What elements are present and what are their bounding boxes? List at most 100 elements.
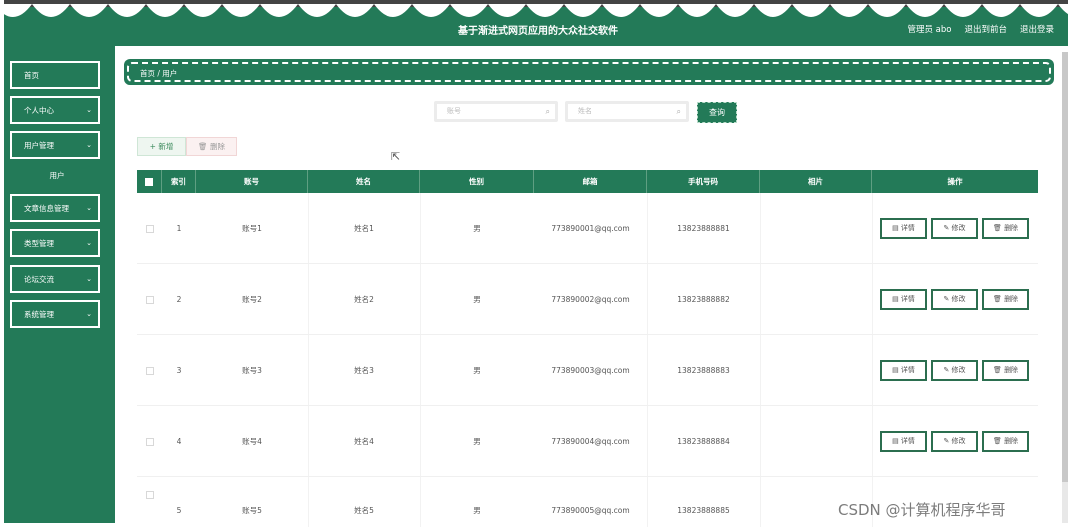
edit-icon: ✎	[943, 366, 952, 374]
edit-label: 修改	[951, 224, 966, 232]
scallop-shape	[716, 4, 754, 17]
table-row: 1 账号1 姓名1 男 773890001@qq.com 13823888881…	[137, 193, 1038, 264]
cell-index: 2	[176, 295, 182, 304]
search-row: 账号 ⌕ 姓名 ⌕ 查询	[0, 101, 1076, 125]
scallop-decoration	[4, 4, 1068, 17]
column-header-actions: 操作	[947, 177, 963, 186]
breadcrumb[interactable]: 首页 / 用户	[140, 68, 177, 79]
checkbox-icon	[145, 491, 154, 499]
edit-button[interactable]: ✎ 修改	[931, 360, 978, 381]
edit-button[interactable]: ✎ 修改	[931, 289, 978, 310]
detail-label: 详情	[900, 366, 915, 374]
chevron-down-icon: ⌄	[86, 275, 92, 283]
batch-delete-button[interactable]: 🗑 删除	[186, 137, 237, 156]
row-checkbox[interactable]	[137, 264, 162, 335]
cell-gender: 男	[473, 366, 481, 375]
delete-button[interactable]: 🗑 删除	[982, 289, 1029, 310]
detail-icon: ▤	[892, 437, 901, 445]
column-header-photo: 相片	[760, 170, 872, 193]
cell-phone: 13823888882	[677, 295, 730, 304]
delete-label: 删除	[1004, 366, 1019, 374]
scallop-shape	[298, 4, 336, 17]
cell-phone: 13823888881	[677, 224, 730, 233]
sidebar-item-article-management[interactable]: 文章信息管理 ⌄	[10, 194, 100, 222]
chevron-down-icon: ⌄	[86, 141, 92, 149]
back-to-front-link[interactable]: 退出到前台	[964, 23, 1007, 35]
search-icon: ⌕	[676, 107, 681, 116]
checkbox-icon	[145, 367, 154, 375]
detail-button[interactable]: ▤ 详情	[880, 289, 927, 310]
detail-label: 详情	[900, 437, 915, 445]
logout-link[interactable]: 退出登录	[1020, 23, 1054, 35]
edit-button[interactable]: ✎ 修改	[931, 431, 978, 452]
cell-email: 773890001@qq.com	[551, 224, 630, 233]
sidebar-item-label: 类型管理	[24, 238, 54, 248]
cell-phone: 13823888884	[677, 437, 730, 446]
chevron-down-icon: ⌄	[86, 239, 92, 247]
row-checkbox[interactable]	[137, 406, 162, 477]
search-button[interactable]: 查询	[697, 102, 737, 123]
sidebar-item-type-management[interactable]: 类型管理 ⌄	[10, 229, 100, 257]
table-header: 索引 账号 姓名 性别 邮箱 手机号码 相片 操作	[137, 170, 1038, 193]
chevron-down-icon: ⌄	[86, 310, 92, 318]
sidebar-item-label: 系统管理	[24, 309, 54, 319]
vertical-scrollbar[interactable]	[1062, 52, 1068, 523]
name-search-input[interactable]: 姓名 ⌕	[565, 101, 689, 122]
scallop-shape	[602, 4, 640, 17]
cell-name: 姓名4	[354, 437, 374, 446]
sidebar-item-label: 文章信息管理	[24, 203, 69, 213]
detail-button[interactable]: ▤ 详情	[880, 360, 927, 381]
scallop-shape	[4, 4, 32, 17]
scallop-shape	[1058, 4, 1068, 15]
scallop-shape	[146, 4, 184, 17]
scallop-shape	[792, 4, 830, 17]
detail-button[interactable]: ▤ 详情	[880, 218, 927, 239]
account-search-placeholder: 账号	[447, 107, 461, 115]
cell-account: 账号1	[242, 224, 262, 233]
checkbox-icon	[145, 438, 154, 446]
scallop-shape	[640, 4, 678, 17]
sidebar-item-forum[interactable]: 论坛交流 ⌄	[10, 265, 100, 293]
sidebar-item-home[interactable]: 首页	[10, 61, 100, 89]
cell-index: 5	[176, 506, 182, 515]
add-button[interactable]: + 新增	[137, 137, 186, 156]
scallop-shape	[678, 4, 716, 17]
delete-button[interactable]: 🗑 删除	[982, 431, 1029, 452]
cell-gender: 男	[473, 295, 481, 304]
row-checkbox[interactable]	[137, 193, 162, 264]
scallop-shape	[70, 4, 108, 17]
cell-email: 773890002@qq.com	[551, 295, 630, 304]
search-icon: ⌕	[545, 107, 550, 116]
trash-icon: 🗑	[992, 224, 1005, 232]
sidebar-subitem-users[interactable]: 用户	[10, 170, 104, 181]
table-row: 3 账号3 姓名3 男 773890003@qq.com 13823888883…	[137, 335, 1038, 406]
trash-icon: 🗑	[992, 366, 1005, 374]
scallop-shape	[488, 4, 526, 17]
cell-email: 773890004@qq.com	[551, 437, 630, 446]
cell-account: 账号5	[242, 506, 262, 515]
delete-button[interactable]: 🗑 删除	[982, 218, 1029, 239]
row-checkbox[interactable]	[137, 335, 162, 406]
cell-name: 姓名1	[354, 224, 374, 233]
scallop-shape	[412, 4, 450, 17]
edit-icon: ✎	[943, 224, 952, 232]
cell-gender: 男	[473, 224, 481, 233]
scallop-shape	[450, 4, 488, 17]
sidebar-item-system-management[interactable]: 系统管理 ⌄	[10, 300, 100, 328]
edit-button[interactable]: ✎ 修改	[931, 218, 978, 239]
sidebar-item-label: 论坛交流	[24, 274, 54, 284]
detail-button[interactable]: ▤ 详情	[880, 431, 927, 452]
cell-email: 773890003@qq.com	[551, 366, 630, 375]
detail-label: 详情	[900, 295, 915, 303]
checkbox-icon	[145, 178, 153, 186]
row-checkbox[interactable]	[137, 477, 162, 527]
edit-icon: ✎	[943, 295, 952, 303]
sidebar-item-user-management[interactable]: 用户管理 ⌄	[10, 131, 100, 159]
scallop-shape	[336, 4, 374, 17]
scrollbar-thumb[interactable]	[1062, 52, 1068, 482]
select-all-checkbox[interactable]	[137, 170, 162, 193]
delete-button[interactable]: 🗑 删除	[982, 360, 1029, 381]
scallop-shape	[564, 4, 602, 17]
scallop-shape	[32, 4, 70, 17]
account-search-input[interactable]: 账号 ⌕	[434, 101, 558, 122]
